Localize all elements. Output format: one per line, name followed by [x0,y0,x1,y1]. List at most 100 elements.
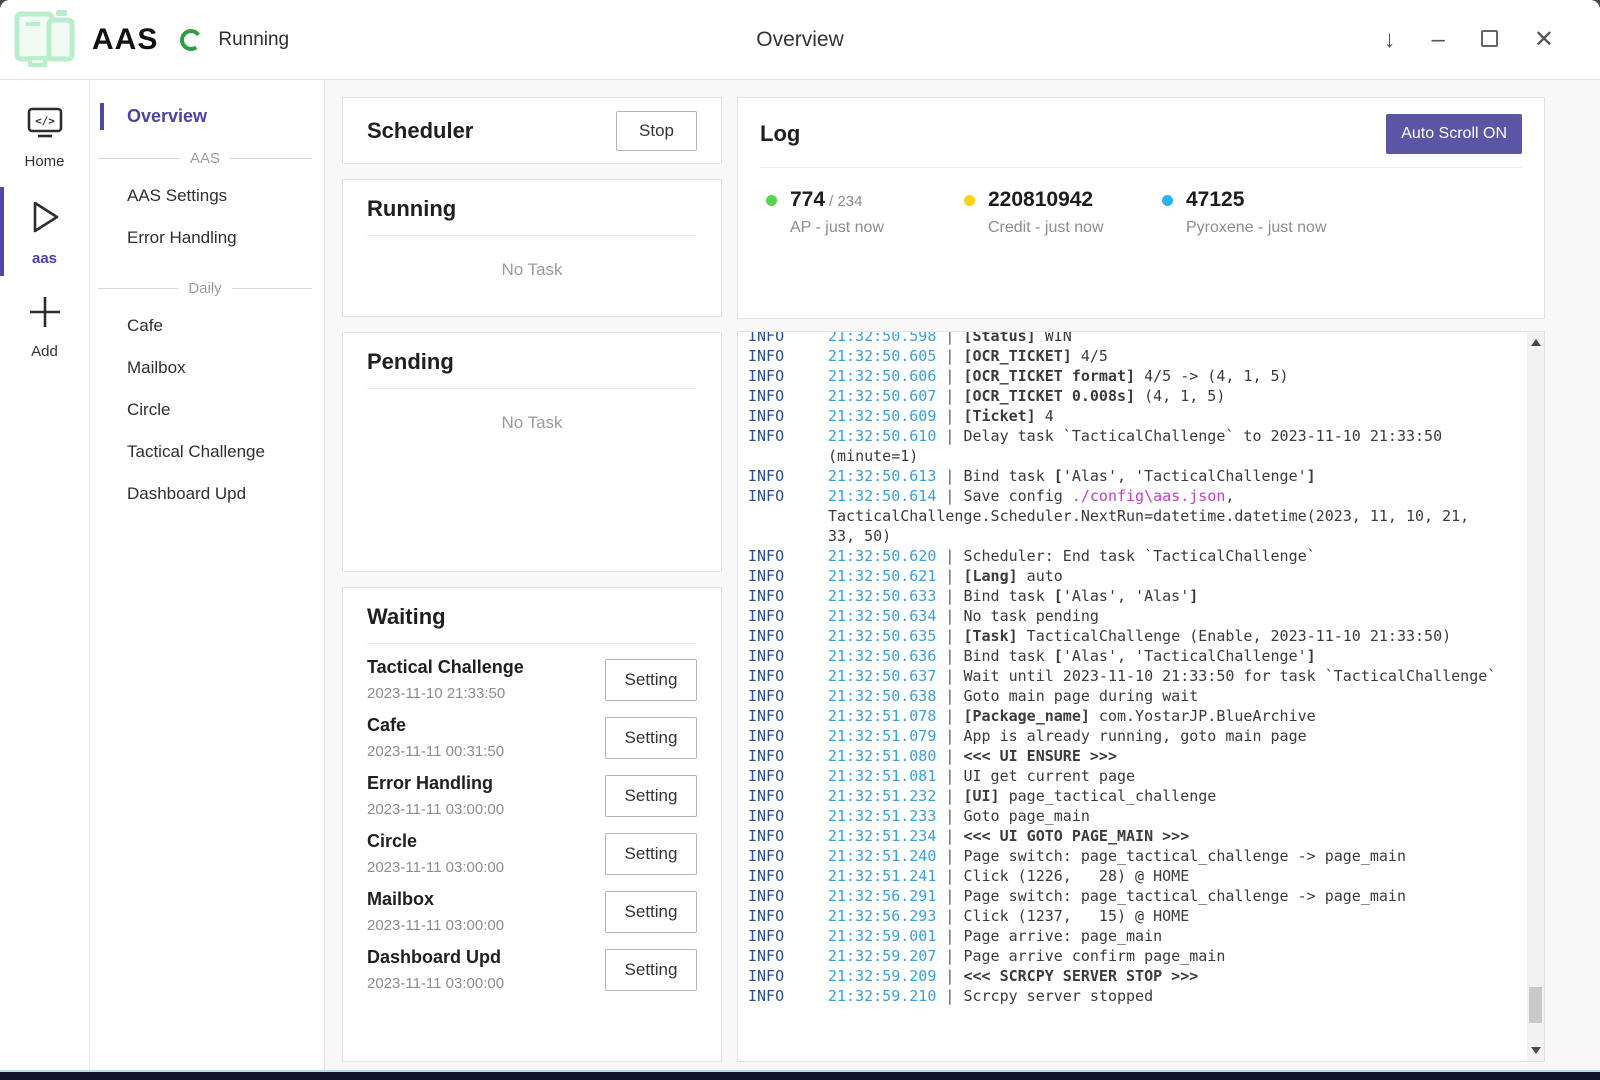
pending-title: Pending [367,349,697,375]
setting-button-dashboard-upd[interactable]: Setting [605,949,697,991]
auto-scroll-button[interactable]: Auto Scroll ON [1386,114,1522,154]
stat-label: Pyroxene - just now [1186,219,1327,237]
log-level: INFO [748,946,828,966]
rail-item-add[interactable]: Add [0,280,89,373]
rail-item-home[interactable]: </> Home [0,92,89,183]
log-message: 21:32:51.080 | <<< UI ENSURE >>> [828,746,1518,766]
sidebar-item-cafe[interactable]: Cafe [90,305,324,347]
log-level: INFO [748,426,828,466]
code-monitor-icon: </> [25,105,65,146]
stat-dot-icon [1162,195,1173,206]
log-message: 21:32:59.210 | Scrcpy server stopped [828,986,1518,1006]
scroll-up-icon[interactable] [1527,334,1544,351]
running-empty-text: No Task [367,236,697,280]
log-message: 21:32:51.233 | Goto page_main [828,806,1518,826]
waiting-task-info: Dashboard Upd2023-11-11 03:00:00 [367,947,504,992]
waiting-card: Waiting Tactical Challenge2023-11-10 21:… [342,587,722,1062]
log-line: INFO21:32:50.606 | [OCR_TICKET format] 4… [748,366,1518,386]
scrollbar-thumb[interactable] [1529,987,1542,1023]
sidebar-item-aas-settings[interactable]: AAS Settings [90,175,324,217]
sidebar-item-circle[interactable]: Circle [90,389,324,431]
waiting-task-time: 2023-11-10 21:33:50 [367,685,524,702]
log-level: INFO [748,866,828,886]
log-title: Log [760,121,800,147]
log-message: 21:32:51.078 | [Package_name] com.Yostar… [828,706,1518,726]
log-level: INFO [748,586,828,606]
log-line: INFO21:32:51.241 | Click (1226, 28) @ HO… [748,866,1518,886]
log-line: INFO21:32:51.078 | [Package_name] com.Yo… [748,706,1518,726]
log-line: INFO21:32:50.621 | [Lang] auto [748,566,1518,586]
log-level: INFO [748,346,828,366]
scheduler-status-text: Running [218,29,289,51]
log-message: 21:32:51.241 | Click (1226, 28) @ HOME [828,866,1518,886]
sidebar-item-dashboard-upd[interactable]: Dashboard Upd [90,473,324,515]
waiting-task-row-cafe: Cafe2023-11-11 00:31:50Setting [367,715,697,760]
waiting-task-info: Tactical Challenge 2023-11-10 21:33:50 [367,657,524,702]
setting-button-cafe[interactable]: Setting [605,717,697,759]
maximize-icon[interactable] [1481,28,1498,52]
log-line: INFO21:32:50.635 | [Task] TacticalChalle… [748,626,1518,646]
log-line: INFO21:32:59.207 | Page arrive confirm p… [748,946,1518,966]
menu-group-label: Daily [188,280,221,297]
scheduler-title: Scheduler [367,118,473,144]
plus-icon [27,293,63,336]
main-content: Scheduler Stop Running No Task Pending N… [325,80,1600,1070]
log-message: 21:32:50.633 | Bind task ['Alas', 'Alas'… [828,586,1518,606]
waiting-task-name: Tactical Challenge [367,657,524,678]
log-message: 21:32:50.607 | [OCR_TICKET 0.008s] (4, 1… [828,386,1518,406]
setting-button-tactical-challenge[interactable]: Setting [605,659,697,701]
setting-button-error-handling[interactable]: Setting [605,775,697,817]
log-level: INFO [748,566,828,586]
sidebar-item-overview[interactable]: Overview [90,104,324,129]
setting-button-circle[interactable]: Setting [605,833,697,875]
log-message: 21:32:51.240 | Page switch: page_tactica… [828,846,1518,866]
waiting-task-row-error-handling: Error Handling2023-11-11 03:00:00Setting [367,773,697,818]
rail-label-home: Home [24,153,64,170]
log-message: 21:32:59.207 | Page arrive confirm page_… [828,946,1518,966]
log-line: INFO21:32:50.610 | Delay task `TacticalC… [748,426,1518,466]
log-message: 21:32:50.634 | No task pending [828,606,1518,626]
waiting-task-row-tactical-challenge: Tactical Challenge 2023-11-10 21:33:50 Set… [367,657,697,702]
waiting-task-name: Circle [367,831,504,852]
download-update-icon[interactable]: ↓ [1384,28,1396,52]
log-line: INFO21:32:50.605 | [OCR_TICKET] 4/5 [748,346,1518,366]
log-level: INFO [748,806,828,826]
log-line: INFO21:32:51.234 | <<< UI GOTO PAGE_MAIN… [748,826,1518,846]
log-message: 21:32:50.613 | Bind task ['Alas', 'Tacti… [828,466,1518,486]
log-level: INFO [748,746,828,766]
log-line: INFO21:32:50.637 | Wait until 2023-11-10… [748,666,1518,686]
waiting-task-info: Mailbox2023-11-11 03:00:00 [367,889,504,934]
log-message: 21:32:50.610 | Delay task `TacticalChall… [828,426,1518,466]
waiting-task-row-circle: Circle2023-11-11 03:00:00Setting [367,831,697,876]
log-line: INFO21:32:51.080 | <<< UI ENSURE >>> [748,746,1518,766]
rail-item-aas[interactable]: aas [0,183,89,280]
running-card: Running No Task [342,179,722,317]
titlebar: AAS Running Overview ↓ – ✕ [0,0,1600,80]
log-scrollbar[interactable] [1527,332,1544,1061]
window-controls: ↓ – ✕ [1384,28,1584,52]
log-message: 21:32:50.614 | Save config ./config\aas.… [828,486,1518,546]
menu-group-divider-aas: AAS [98,150,312,167]
stop-button[interactable]: Stop [616,111,697,151]
waiting-task-time: 2023-11-11 03:00:00 [367,917,504,934]
scheduler-card: Scheduler Stop [342,97,722,164]
log-level: INFO [748,846,828,866]
stat-suffix: / 234 [829,193,862,210]
setting-button-mailbox[interactable]: Setting [605,891,697,933]
minimize-icon[interactable]: – [1432,28,1445,52]
svg-text:</>: </> [35,115,55,128]
log-level: INFO [748,366,828,386]
log-message: 21:32:56.291 | Page switch: page_tactica… [828,886,1518,906]
scroll-down-icon[interactable] [1527,1042,1544,1059]
sidebar-item-mailbox[interactable]: Mailbox [90,347,324,389]
sidebar-item-error-handling[interactable]: Error Handling [90,217,324,259]
stat-value: 47125 [1186,188,1244,211]
log-header-card: Log Auto Scroll ON 774/ 234AP - just now… [737,97,1545,319]
log-level: INFO [748,726,828,746]
log-line: INFO21:32:50.598 | [Status] WIN [748,331,1518,346]
nav-rail: </> Home aas [0,80,90,1070]
log-level: INFO [748,486,828,546]
close-icon[interactable]: ✕ [1534,28,1554,52]
log-line: INFO21:32:50.607 | [OCR_TICKET 0.008s] (… [748,386,1518,406]
sidebar-item-tactical-challenge[interactable]: Tactical Challenge [90,431,324,473]
